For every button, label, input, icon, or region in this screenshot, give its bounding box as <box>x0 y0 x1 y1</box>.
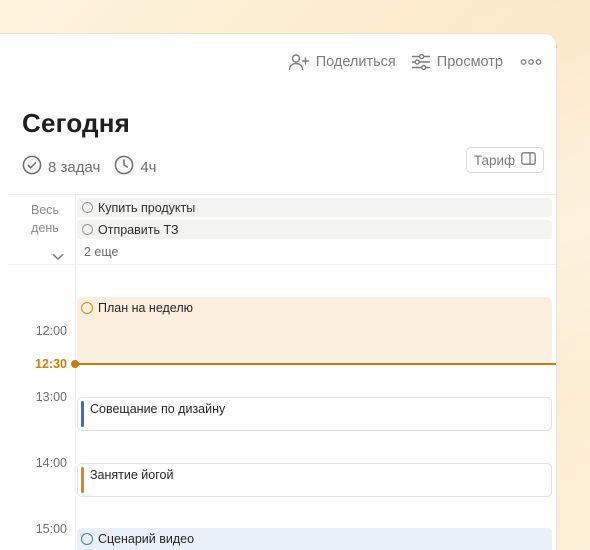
calendar-panel: Поделиться Просмотр Сегодня 8 задач 4ч Т… <box>0 33 557 550</box>
tasks-stat: 8 задач <box>22 155 100 179</box>
hour-label: 13:00 <box>35 390 67 404</box>
all-day-task[interactable]: Купить продукты <box>77 198 552 217</box>
more-horizontal-icon <box>520 57 542 67</box>
hour-label: 12:00 <box>35 324 67 338</box>
all-day-divider <box>8 264 556 265</box>
sidebar-panel-icon <box>521 152 537 168</box>
event-color-bar <box>81 401 84 427</box>
task-checkbox[interactable] <box>81 533 93 545</box>
hour-label: 15:00 <box>35 522 67 536</box>
task-title: Купить продукты <box>98 200 196 215</box>
current-time-line <box>76 363 556 365</box>
view-button[interactable]: Просмотр <box>411 53 503 71</box>
event-title: План на неделю <box>98 301 194 315</box>
all-day-label-line1: Весь <box>30 203 60 217</box>
event-card[interactable]: План на неделю <box>77 297 552 363</box>
tasks-count: 8 задач <box>48 158 101 176</box>
person-add-icon <box>288 53 310 71</box>
time-gutter-divider <box>75 195 76 550</box>
event-card[interactable]: Совещание по дизайну <box>77 397 552 431</box>
time-total: 4ч <box>140 158 157 176</box>
toolbar: Поделиться Просмотр <box>288 51 542 73</box>
header-divider <box>8 194 556 195</box>
event-card[interactable]: Занятие йогой <box>77 463 552 497</box>
task-checkbox[interactable] <box>81 302 93 314</box>
event-card[interactable]: Сценарий видео <box>77 528 552 550</box>
check-circle-icon <box>22 155 42 179</box>
hour-label: 14:00 <box>35 456 67 470</box>
page-title: Сегодня <box>22 108 131 138</box>
day-stats: 8 задач 4ч <box>22 155 156 179</box>
clock-icon <box>114 155 134 179</box>
view-label: Просмотр <box>436 54 503 70</box>
event-title: Совещание по дизайну <box>90 402 226 416</box>
tariff-label: Тариф <box>473 152 516 168</box>
task-title: Отправить ТЗ <box>98 222 179 237</box>
all-day-label: Весь день <box>22 201 68 237</box>
task-checkbox[interactable] <box>82 202 93 213</box>
share-button[interactable]: Поделиться <box>288 53 396 71</box>
time-stat: 4ч <box>114 155 156 179</box>
sliders-icon <box>411 53 431 71</box>
more-button[interactable] <box>520 57 542 67</box>
task-checkbox[interactable] <box>82 224 93 235</box>
more-tasks-link[interactable]: 2 еще <box>84 245 118 259</box>
event-title: Занятие йогой <box>90 468 174 482</box>
event-color-bar <box>81 467 84 493</box>
share-label: Поделиться <box>315 54 396 70</box>
all-day-task[interactable]: Отправить ТЗ <box>77 220 552 239</box>
current-time-dot <box>71 360 79 368</box>
tariff-button[interactable]: Тариф <box>466 147 544 173</box>
current-time-label: 12:30 <box>35 357 67 371</box>
event-title: Сценарий видео <box>98 532 195 546</box>
all-day-label-line2: день <box>31 221 59 235</box>
